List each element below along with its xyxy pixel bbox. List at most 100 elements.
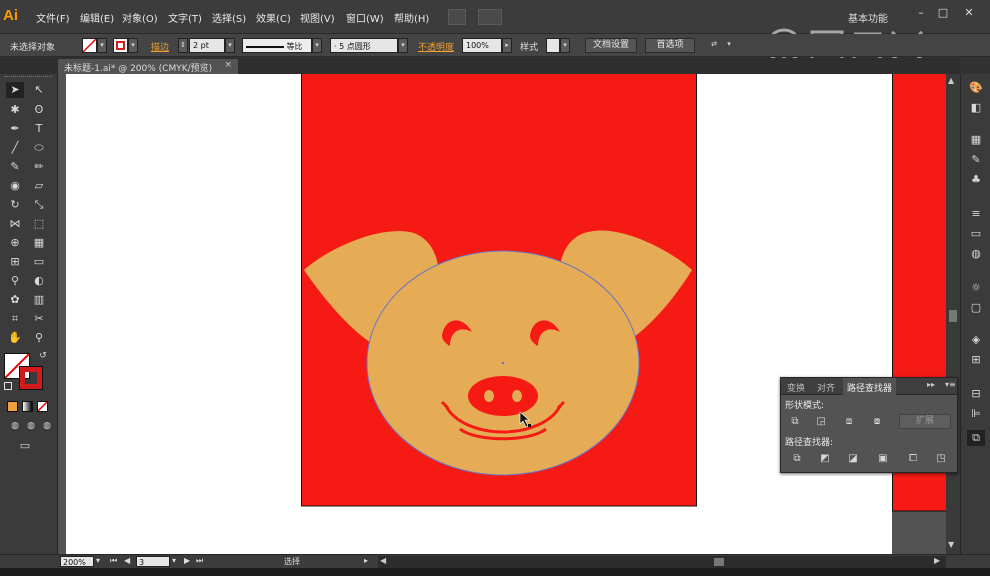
brush-field[interactable]: · 5 点圆形 <box>330 38 398 53</box>
tab-pathfinder[interactable]: 路径查找器 <box>843 378 897 395</box>
arrange-documents-button[interactable] <box>478 9 502 25</box>
eyedropper-tool-icon[interactable]: ⚲ <box>6 273 24 289</box>
stroke-panel-icon[interactable]: ≡ <box>967 206 985 222</box>
blend-tool-icon[interactable]: ◐ <box>30 273 48 289</box>
symbols-icon[interactable]: ♣ <box>967 172 985 188</box>
stroke-dropdown[interactable]: ▾ <box>128 38 138 53</box>
menu-window[interactable]: 窗口(W) <box>346 10 384 25</box>
horizontal-scroll-thumb[interactable] <box>714 558 724 566</box>
brush-dropdown[interactable]: ▾ <box>398 38 408 53</box>
scroll-left-icon[interactable]: ◀ <box>380 556 386 565</box>
style-swatch[interactable] <box>546 38 560 53</box>
gradient-tool-icon[interactable]: ▭ <box>30 254 48 270</box>
perspective-grid-tool-icon[interactable]: ▦ <box>30 235 48 251</box>
symbol-sprayer-tool-icon[interactable]: ✿ <box>6 292 24 308</box>
arrange-icon[interactable]: ⇄ <box>705 38 723 53</box>
opacity-dropdown[interactable]: ▸ <box>502 38 512 53</box>
none-mode-icon[interactable] <box>37 401 48 412</box>
intersect-icon[interactable]: ⧈ <box>839 414 859 430</box>
color-guide-icon[interactable]: ◧ <box>967 100 985 116</box>
artboard-number-field[interactable]: 3 <box>136 556 170 567</box>
rotate-tool-icon[interactable]: ↻ <box>6 197 24 213</box>
transparency-icon[interactable]: ◍ <box>967 246 985 262</box>
brushes-icon[interactable]: ✎ <box>967 152 985 168</box>
canvas[interactable] <box>58 74 946 554</box>
trim-icon[interactable]: ◩ <box>815 451 835 467</box>
stroke-profile-field[interactable]: 等比 <box>242 38 312 53</box>
scroll-right-icon[interactable]: ▶ <box>934 556 940 565</box>
color-mode-icon[interactable] <box>7 401 18 412</box>
scroll-down-icon[interactable]: ▼ <box>948 540 954 549</box>
pathfinder-dock-icon[interactable]: ⧉ <box>967 430 985 446</box>
preferences-button[interactable]: 首选项 <box>645 38 695 53</box>
gradient-panel-icon[interactable]: ▭ <box>967 226 985 242</box>
type-tool-icon[interactable]: T <box>30 121 48 137</box>
panel-menu-icon[interactable]: ▾≡ <box>945 380 956 389</box>
last-artboard-icon[interactable]: ⏭ <box>196 556 203 566</box>
crop-icon[interactable]: ▣ <box>873 451 893 467</box>
unite-icon[interactable]: ⧉ <box>785 414 805 430</box>
slice-tool-icon[interactable]: ✂ <box>30 311 48 327</box>
draw-inside-icon[interactable]: ◍ <box>38 418 56 434</box>
artboard-dropdown-icon[interactable]: ▾ <box>172 556 176 565</box>
merge-icon[interactable]: ◪ <box>843 451 863 467</box>
default-colors-icon[interactable] <box>4 382 12 390</box>
zoom-tool-icon[interactable]: ⚲ <box>30 330 48 346</box>
pig-left-nostril[interactable] <box>484 390 494 402</box>
transform-icon[interactable]: ⊟ <box>967 386 985 402</box>
stroke-weight-stepper[interactable]: ⇕ <box>178 38 188 53</box>
hand-tool-icon[interactable]: ✋ <box>6 330 24 346</box>
opacity-label[interactable]: 不透明度 <box>418 40 454 53</box>
menu-file[interactable]: 文件(F) <box>36 10 70 25</box>
stroke-weight-dropdown[interactable]: ▾ <box>225 38 235 53</box>
width-tool-icon[interactable]: ⋈ <box>6 216 24 232</box>
eraser-tool-icon[interactable]: ▱ <box>30 178 48 194</box>
color-panel-icon[interactable]: 🎨 <box>967 80 985 96</box>
maximize-button[interactable]: □ <box>932 6 954 20</box>
paintbrush-tool-icon[interactable]: ✎ <box>6 159 24 175</box>
magic-wand-tool-icon[interactable]: ✱ <box>6 102 24 118</box>
selection-tool-icon[interactable]: ➤ <box>6 82 24 98</box>
pig-nose[interactable] <box>468 376 538 416</box>
stroke-weight-field[interactable]: 2 pt <box>189 38 225 53</box>
document-tab[interactable]: 未标题-1.ai* @ 200% (CMYK/预览) × <box>58 59 238 74</box>
first-artboard-icon[interactable]: ⏮ <box>110 556 117 566</box>
menu-effect[interactable]: 效果(C) <box>256 10 291 25</box>
bridge-button[interactable] <box>448 9 466 25</box>
gradient-mode-icon[interactable] <box>22 401 33 412</box>
stroke-color-box[interactable] <box>19 366 43 390</box>
artboard-tool-icon[interactable]: ⌗ <box>6 311 24 327</box>
artboards-icon[interactable]: ⊞ <box>967 352 985 368</box>
tab-transform[interactable]: 变换 <box>783 378 809 395</box>
menu-object[interactable]: 对象(O) <box>122 10 158 25</box>
screen-mode-icon[interactable]: ▭ <box>16 438 34 454</box>
ellipse-tool-icon[interactable]: ⬭ <box>30 140 48 156</box>
stroke-profile-dropdown[interactable]: ▾ <box>312 38 322 53</box>
previous-artboard-icon[interactable]: ◀ <box>124 556 130 565</box>
zoom-dropdown-icon[interactable]: ▾ <box>96 556 100 565</box>
vertical-scroll-thumb[interactable] <box>949 310 957 322</box>
control-bar-menu-icon[interactable]: ▾ <box>724 38 734 53</box>
stroke-label[interactable]: 描边 <box>151 40 169 53</box>
layers-icon[interactable]: ◈ <box>967 332 985 348</box>
tools-grip[interactable] <box>4 76 52 79</box>
swatches-icon[interactable]: ▦ <box>967 132 985 148</box>
stroke-swatch[interactable] <box>113 38 128 53</box>
close-tab-icon[interactable]: × <box>224 60 232 70</box>
align-icon[interactable]: ⊫ <box>967 406 985 422</box>
appearance-icon[interactable]: ☼ <box>967 280 985 296</box>
column-graph-tool-icon[interactable]: ▥ <box>30 292 48 308</box>
mesh-tool-icon[interactable]: ⊞ <box>6 254 24 270</box>
vertical-scrollbar[interactable]: ▲ ▼ <box>946 74 960 554</box>
pig-right-nostril[interactable] <box>512 390 522 402</box>
expand-button[interactable]: 扩展 <box>899 414 951 429</box>
free-transform-tool-icon[interactable]: ⬚ <box>30 216 48 232</box>
menu-view[interactable]: 视图(V) <box>300 10 335 25</box>
scale-tool-icon[interactable]: ⤡ <box>30 197 48 213</box>
exclude-icon[interactable]: ⧇ <box>867 414 887 430</box>
lasso-tool-icon[interactable]: ʘ <box>30 102 48 118</box>
zoom-field[interactable]: 200% <box>60 556 94 567</box>
pen-tool-icon[interactable]: ✒ <box>6 121 24 137</box>
outline-icon[interactable]: ⧠ <box>903 451 923 467</box>
menu-edit[interactable]: 编辑(E) <box>80 10 114 25</box>
